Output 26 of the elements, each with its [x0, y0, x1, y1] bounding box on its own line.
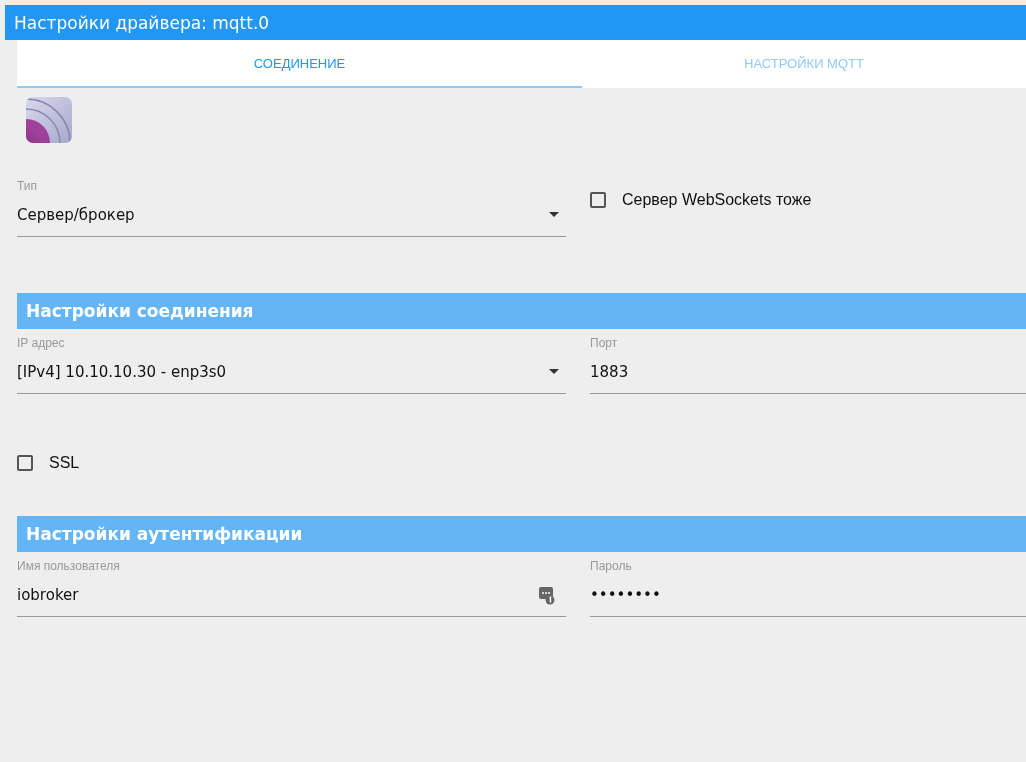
field-label: Тип	[17, 179, 37, 193]
checkbox[interactable]	[17, 455, 33, 471]
field-value: 1883	[590, 363, 629, 381]
dots-box-icon[interactable]	[539, 587, 555, 605]
checkbox-label: Сервер WebSockets тоже	[622, 191, 812, 209]
section-header: Настройки соединения	[17, 293, 1026, 329]
checkbox[interactable]	[590, 192, 606, 208]
window-title: Настройки драйвера: mqtt.0	[5, 5, 1026, 40]
field-value: [IPv4] 10.10.10.30 - enp3s0	[17, 363, 227, 381]
field-label: Пароль	[590, 559, 632, 573]
signal-logo-icon	[26, 97, 72, 143]
field-value: Сервер/брокер	[17, 206, 135, 224]
input-field[interactable]: Имя пользователя iobroker	[17, 557, 566, 617]
field-label: Порт	[590, 336, 618, 350]
caret-icon	[549, 369, 559, 374]
field-value: iobroker	[17, 586, 79, 604]
field-label: IP адрес	[17, 336, 65, 350]
input-field[interactable]: Пароль ••••••••	[590, 557, 1026, 617]
dropdown-field[interactable]: IP адрес [IPv4] 10.10.10.30 - enp3s0	[17, 334, 566, 394]
field-label: Имя пользователя	[17, 559, 120, 573]
input-field[interactable]: Порт 1883	[590, 334, 1026, 394]
section-header: Настройки аутентификации	[17, 516, 1026, 552]
checkbox-label: SSL	[49, 454, 80, 472]
caret-icon	[549, 212, 559, 217]
dropdown-field[interactable]: Тип Сервер/брокер	[17, 177, 566, 237]
field-value: ••••••••	[590, 586, 661, 604]
